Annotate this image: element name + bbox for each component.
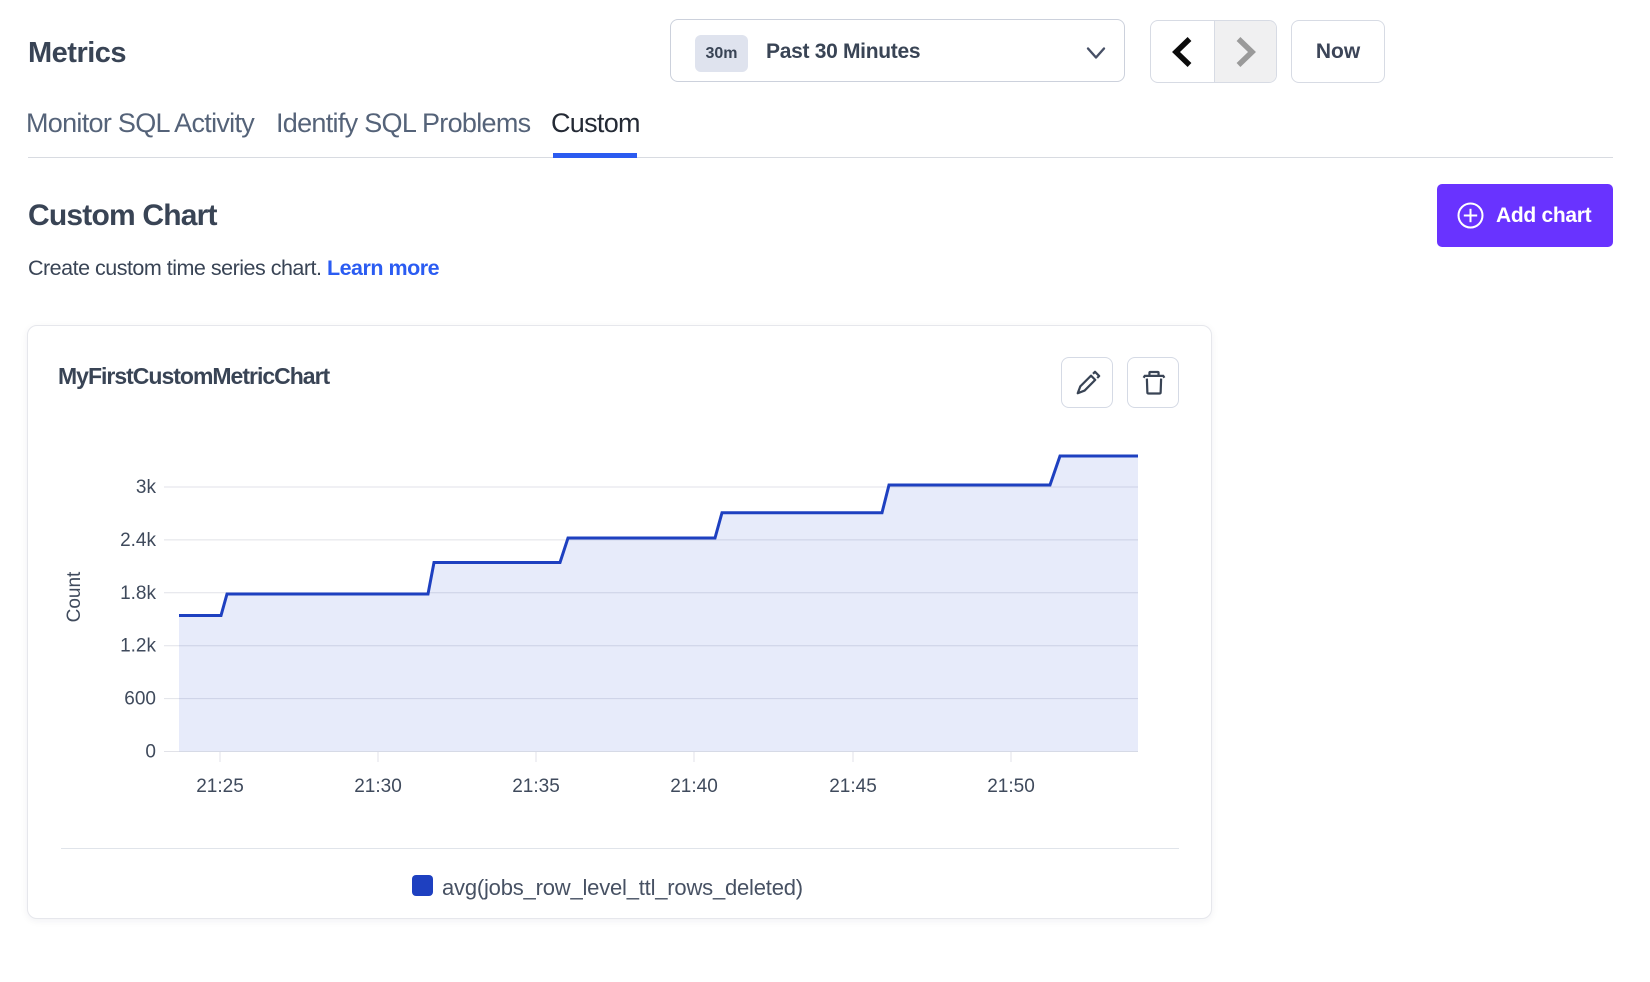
svg-text:21:40: 21:40: [670, 776, 718, 797]
svg-text:21:30: 21:30: [354, 776, 402, 797]
svg-text:3k: 3k: [136, 477, 157, 498]
svg-text:21:45: 21:45: [829, 776, 877, 797]
svg-text:2.4k: 2.4k: [120, 530, 156, 551]
svg-text:1.8k: 1.8k: [120, 583, 156, 604]
svg-text:1.2k: 1.2k: [120, 636, 156, 657]
svg-text:21:35: 21:35: [512, 776, 560, 797]
svg-text:21:25: 21:25: [196, 776, 244, 797]
svg-text:0: 0: [145, 742, 156, 763]
svg-text:600: 600: [124, 689, 156, 710]
svg-text:21:50: 21:50: [987, 776, 1035, 797]
svg-text:Count: Count: [64, 571, 85, 622]
